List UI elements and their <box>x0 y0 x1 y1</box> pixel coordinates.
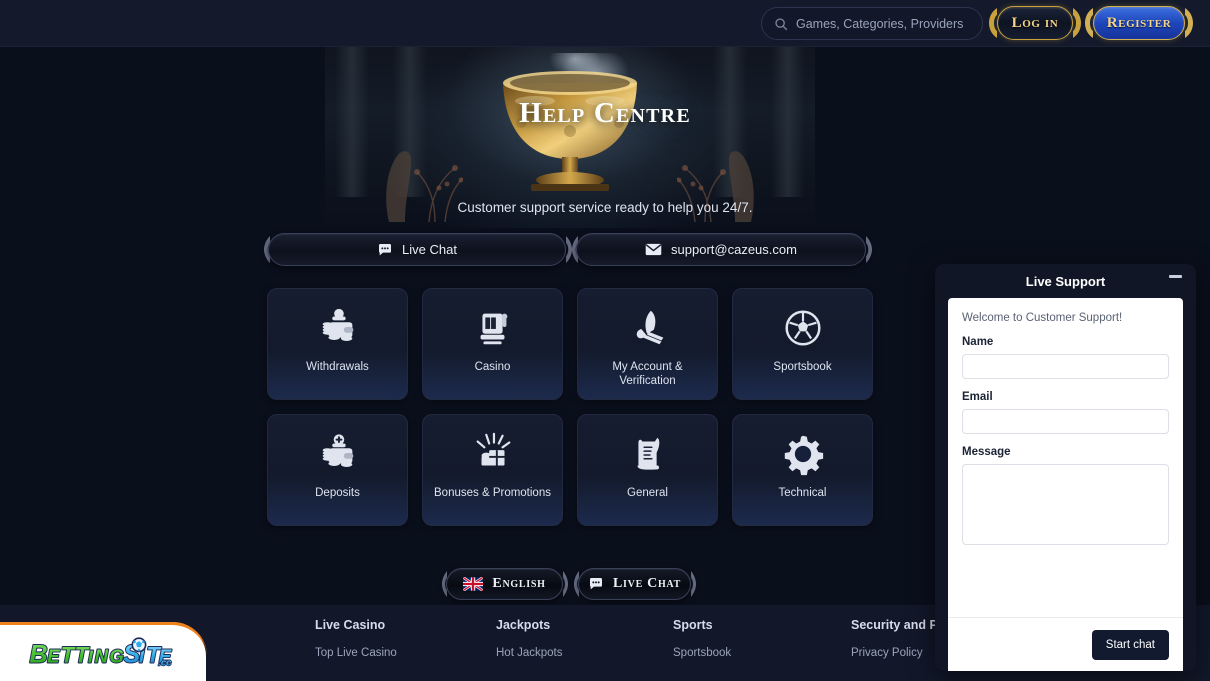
envelope-icon <box>645 243 662 256</box>
minimize-icon[interactable] <box>1169 275 1182 278</box>
top-navigation-bar: Games, Categories, Providers Log in Regi… <box>0 0 1210 47</box>
register-button[interactable]: Register <box>1093 6 1185 40</box>
language-selector-label: English <box>492 576 546 591</box>
chat-widget-title: Live Support <box>1025 273 1106 289</box>
footer-column-jackpots: Jackpots Hot Jackpots <box>496 618 562 659</box>
svg-text:G: G <box>109 646 123 667</box>
name-field-label: Name <box>962 336 994 348</box>
chat-widget-body: Welcome to Customer Support! Name Email … <box>948 298 1183 671</box>
bottom-live-chat-button[interactable]: Live Chat <box>578 568 691 600</box>
footer-link[interactable]: Sportsbook <box>673 647 731 659</box>
category-row-2: Deposits Bonuses & Promotions General Te… <box>267 414 873 526</box>
message-field[interactable] <box>962 464 1169 545</box>
category-card-label: Bonuses & Promotions <box>434 487 551 499</box>
footer-column-heading: Sports <box>673 618 713 632</box>
slot-machine-icon <box>480 313 507 345</box>
category-card-label: Withdrawals <box>306 361 369 373</box>
chat-bubble-icon <box>590 578 603 590</box>
support-email-label: support@cazeus.com <box>671 242 797 257</box>
help-category-grid: Withdrawals Casino My Account & Verifica… <box>267 288 873 540</box>
category-card-withdrawals[interactable]: Withdrawals <box>267 288 408 400</box>
category-row-1: Withdrawals Casino My Account & Verifica… <box>267 288 873 400</box>
footer-column-heading: Live Casino <box>315 618 386 632</box>
soccer-ball-icon <box>784 310 821 346</box>
live-support-chat-widget: Live Support Welcome to Customer Support… <box>935 264 1196 671</box>
category-card-label: General <box>627 487 668 499</box>
wallet-coins-plus-icon <box>322 434 353 467</box>
search-icon <box>775 17 788 30</box>
uk-flag-icon <box>463 577 484 591</box>
category-card-label: Sportsbook <box>773 361 832 373</box>
footer-link[interactable]: Hot Jackpots <box>496 647 562 659</box>
category-card-label: My Account & Verification <box>612 361 683 388</box>
wallet-coins-out-icon <box>322 308 353 341</box>
category-card-deposits[interactable]: Deposits <box>267 414 408 526</box>
chat-welcome-message: Welcome to Customer Support! <box>962 312 1123 324</box>
name-field[interactable] <box>962 354 1169 379</box>
svg-text:.cc: .cc <box>158 658 172 669</box>
category-card-bonuses-promotions[interactable]: Bonuses & Promotions <box>422 414 563 526</box>
category-card-sportsbook[interactable]: Sportsbook <box>732 288 873 400</box>
footer-column-sports: Sports Sportsbook <box>673 618 731 659</box>
message-field-label: Message <box>962 446 1011 458</box>
page-root: Games, Categories, Providers Log in Regi… <box>0 0 1210 681</box>
category-card-general[interactable]: General <box>577 414 718 526</box>
login-button[interactable]: Log in <box>997 6 1073 40</box>
start-chat-button[interactable]: Start chat <box>1091 629 1169 660</box>
category-card-label: Deposits <box>315 487 360 499</box>
bettingsite-logo-badge[interactable]: B E T T I N G S I T E .cc <box>0 622 207 681</box>
chat-bubble-icon <box>379 243 392 255</box>
gear-icon <box>784 435 823 476</box>
live-chat-button[interactable]: Live Chat <box>268 233 566 266</box>
chat-widget-header: Live Support <box>935 264 1196 298</box>
search-input[interactable]: Games, Categories, Providers <box>761 7 983 40</box>
category-card-label: Technical <box>778 487 827 499</box>
svg-text:N: N <box>95 646 109 667</box>
email-field-label: Email <box>962 391 993 403</box>
svg-text:B: B <box>30 641 48 669</box>
chat-widget-footer: Start chat <box>948 617 1183 671</box>
chat-form-scroll-area: Welcome to Customer Support! Name Email … <box>948 298 1183 617</box>
bottom-live-chat-label: Live Chat <box>613 576 681 591</box>
footer-column-live-casino: Live Casino Top Live Casino <box>315 618 397 659</box>
scroll-quill-icon <box>636 437 659 470</box>
spartan-helmet-icon <box>636 310 663 345</box>
gift-burst-icon <box>476 432 510 466</box>
category-card-label: Casino <box>474 361 511 373</box>
support-email-button[interactable]: support@cazeus.com <box>576 233 866 266</box>
language-selector-button[interactable]: English <box>446 568 563 600</box>
footer-column-heading: Jackpots <box>496 618 551 632</box>
bettingsite-logo-icon: B E T T I N G S I T E .cc <box>29 637 173 670</box>
svg-text:I: I <box>88 647 94 667</box>
svg-text:E: E <box>47 646 60 667</box>
footer-link[interactable]: Top Live Casino <box>315 647 397 659</box>
category-card-casino[interactable]: Casino <box>422 288 563 400</box>
live-chat-button-label: Live Chat <box>402 242 457 257</box>
search-placeholder: Games, Categories, Providers <box>796 16 964 31</box>
email-field[interactable] <box>962 409 1169 434</box>
category-card-my-account-verification[interactable]: My Account & Verification <box>577 288 718 400</box>
category-card-technical[interactable]: Technical <box>732 414 873 526</box>
page-title: Help Centre <box>519 97 691 129</box>
hero-subtitle: Customer support service ready to help y… <box>457 200 753 215</box>
